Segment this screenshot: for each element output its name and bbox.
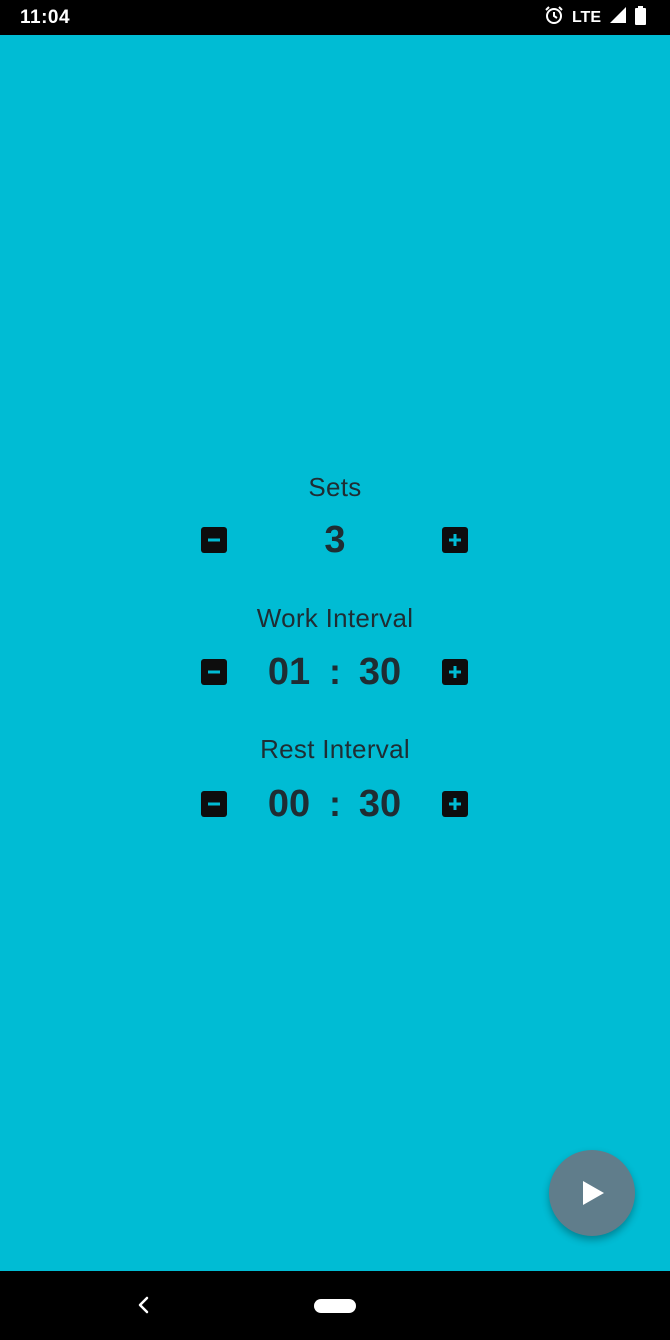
plus-icon [449, 666, 461, 678]
status-time: 11:04 [20, 6, 71, 28]
minus-icon [208, 802, 220, 806]
rest-interval-row: 00 : 30 [0, 774, 670, 834]
sets-value: 3 [324, 519, 346, 561]
play-icon [583, 1181, 604, 1205]
work-interval-label: Work Interval [256, 603, 414, 633]
work-interval-seconds: 30 [358, 651, 402, 693]
sets-increment-button[interactable] [442, 527, 468, 553]
navigation-bar [0, 1271, 670, 1340]
rest-interval-increment-button[interactable] [442, 791, 468, 817]
rest-interval-decrement-button[interactable] [201, 791, 227, 817]
home-pill-icon[interactable] [314, 1299, 356, 1313]
rest-interval-minutes: 00 [267, 783, 311, 825]
network-type: LTE [571, 8, 601, 26]
start-timer-button[interactable] [549, 1150, 635, 1236]
status-bar: 11:04 LTE [0, 0, 670, 35]
app-content: Sets 3 Work Interval 01 : 30 Rest Interv… [0, 35, 670, 1271]
signal-icon [609, 6, 627, 29]
rest-interval-label: Rest Interval [260, 734, 410, 764]
back-icon[interactable] [134, 1293, 154, 1322]
work-interval-minutes: 01 [267, 651, 311, 693]
sets-row: 3 [0, 510, 670, 570]
plus-icon [449, 798, 461, 810]
rest-interval-seconds: 30 [358, 783, 402, 825]
battery-icon [635, 5, 646, 30]
minus-icon [208, 670, 220, 674]
alarm-icon [544, 5, 564, 30]
work-interval-increment-button[interactable] [442, 659, 468, 685]
sets-decrement-button[interactable] [201, 527, 227, 553]
work-interval-row: 01 : 30 [0, 642, 670, 702]
status-icons: LTE [544, 5, 646, 30]
plus-icon [449, 534, 461, 546]
work-interval-decrement-button[interactable] [201, 659, 227, 685]
minus-icon [208, 538, 220, 542]
sets-label: Sets [308, 472, 362, 502]
